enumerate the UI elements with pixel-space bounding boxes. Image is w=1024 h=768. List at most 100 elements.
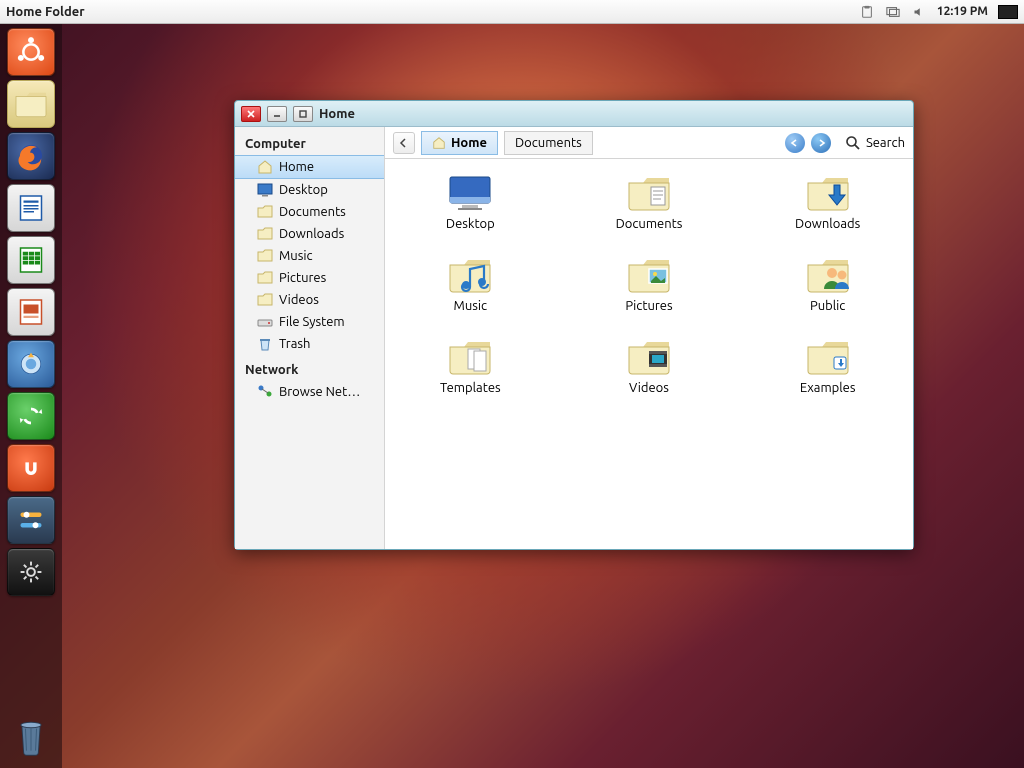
launcher-writer[interactable] [7, 184, 55, 232]
folder-icon [257, 270, 273, 286]
folder-label: Desktop [446, 217, 495, 231]
lo-calc-icon [16, 245, 46, 275]
launcher-update[interactable] [7, 340, 55, 388]
sidebar-item-label: Trash [279, 337, 310, 351]
sync-icon [17, 402, 45, 430]
folder-label: Downloads [795, 217, 860, 231]
minimize-button[interactable] [267, 106, 287, 122]
nav-forward-button[interactable] [811, 133, 831, 153]
folder-desktop[interactable]: Desktop [415, 173, 525, 255]
launcher-trash[interactable] [7, 712, 55, 760]
folder-templates[interactable]: Templates [415, 337, 525, 419]
folder-examples[interactable]: Examples [773, 337, 883, 419]
gear-icon [18, 559, 44, 585]
clipboard-icon[interactable] [859, 4, 875, 20]
lo-impress-icon [16, 297, 46, 327]
close-button[interactable] [241, 106, 261, 122]
system-tray: 12:19 PM [859, 4, 1018, 20]
desktop-icon [257, 182, 273, 198]
launcher [0, 24, 62, 768]
folder-icon [257, 292, 273, 308]
sidebar-item-browse-network[interactable]: Browse Net… [235, 381, 384, 403]
home-icon [257, 159, 273, 175]
folder-label: Documents [616, 217, 683, 231]
arrow-right-icon [816, 138, 826, 148]
documents-folder-icon [625, 173, 673, 213]
minimize-icon [272, 109, 282, 119]
pictures-folder-icon [625, 255, 673, 295]
desktop-icon [446, 173, 494, 213]
folder-label: Pictures [625, 299, 672, 313]
folder-icon [257, 248, 273, 264]
display-icon[interactable] [885, 4, 901, 20]
launcher-ubuntu-one[interactable] [7, 444, 55, 492]
file-manager-window: Home Computer Home Desktop Documents Dow… [234, 100, 914, 550]
sidebar-item-label: Home [279, 160, 314, 174]
folder-public[interactable]: Public [773, 255, 883, 337]
launcher-firefox[interactable] [7, 132, 55, 180]
window-title: Home [319, 107, 355, 121]
launcher-sync[interactable] [7, 392, 55, 440]
search-icon [845, 135, 861, 151]
network-icon [257, 384, 273, 400]
sidebar-header-computer: Computer [235, 133, 384, 155]
public-folder-icon [804, 255, 852, 295]
home-icon [432, 136, 446, 150]
path-back-button[interactable] [393, 132, 415, 154]
sound-icon[interactable] [911, 4, 927, 20]
sidebar-item-music[interactable]: Music [235, 245, 384, 267]
sidebar-item-label: Music [279, 249, 313, 263]
folder-music[interactable]: Music [415, 255, 525, 337]
sidebar-item-documents[interactable]: Documents [235, 201, 384, 223]
folder-label: Examples [800, 381, 856, 395]
u1-icon [17, 454, 45, 482]
nav-back-button[interactable] [785, 133, 805, 153]
sidebar-item-filesystem[interactable]: File System [235, 311, 384, 333]
maximize-button[interactable] [293, 106, 313, 122]
path-segment-label: Documents [515, 136, 582, 150]
folder-documents[interactable]: Documents [594, 173, 704, 255]
lo-writer-icon [16, 193, 46, 223]
titlebar[interactable]: Home [235, 101, 913, 127]
folder-contents[interactable]: Desktop Documents Downloads Music P [385, 159, 913, 549]
sidebar-item-videos[interactable]: Videos [235, 289, 384, 311]
videos-folder-icon [625, 337, 673, 377]
folder-downloads[interactable]: Downloads [773, 173, 883, 255]
launcher-files[interactable] [7, 80, 55, 128]
launcher-control[interactable] [7, 496, 55, 544]
downloads-folder-icon [804, 173, 852, 213]
folder-videos[interactable]: Videos [594, 337, 704, 419]
path-segment-documents[interactable]: Documents [504, 131, 593, 155]
launcher-impress[interactable] [7, 288, 55, 336]
sidebar-item-pictures[interactable]: Pictures [235, 267, 384, 289]
clock[interactable]: 12:19 PM [937, 5, 988, 18]
sidebar-header-network: Network [235, 359, 384, 381]
folder-pictures[interactable]: Pictures [594, 255, 704, 337]
control-icon [16, 505, 46, 535]
templates-folder-icon [446, 337, 494, 377]
folder-label: Public [810, 299, 845, 313]
examples-folder-icon [804, 337, 852, 377]
sidebar-item-home[interactable]: Home [235, 155, 384, 179]
trash-icon [11, 714, 51, 758]
sidebar-item-trash[interactable]: Trash [235, 333, 384, 355]
session-icon[interactable] [998, 5, 1018, 19]
trash-icon [257, 336, 273, 352]
sidebar: Computer Home Desktop Documents Download… [235, 127, 385, 549]
launcher-dash[interactable] [7, 28, 55, 76]
chevron-left-icon [399, 138, 409, 148]
music-folder-icon [446, 255, 494, 295]
folder-label: Templates [440, 381, 501, 395]
path-segment-home[interactable]: Home [421, 131, 498, 155]
sidebar-item-downloads[interactable]: Downloads [235, 223, 384, 245]
sidebar-item-label: Browse Net… [279, 385, 360, 399]
launcher-calc[interactable] [7, 236, 55, 284]
ubuntu-logo-icon [14, 35, 48, 69]
arrow-left-icon [790, 138, 800, 148]
sidebar-item-label: Documents [279, 205, 346, 219]
active-window-title: Home Folder [6, 5, 85, 19]
search-button[interactable]: Search [845, 135, 905, 151]
sidebar-item-desktop[interactable]: Desktop [235, 179, 384, 201]
launcher-settings[interactable] [7, 548, 55, 596]
top-panel: Home Folder 12:19 PM [0, 0, 1024, 24]
